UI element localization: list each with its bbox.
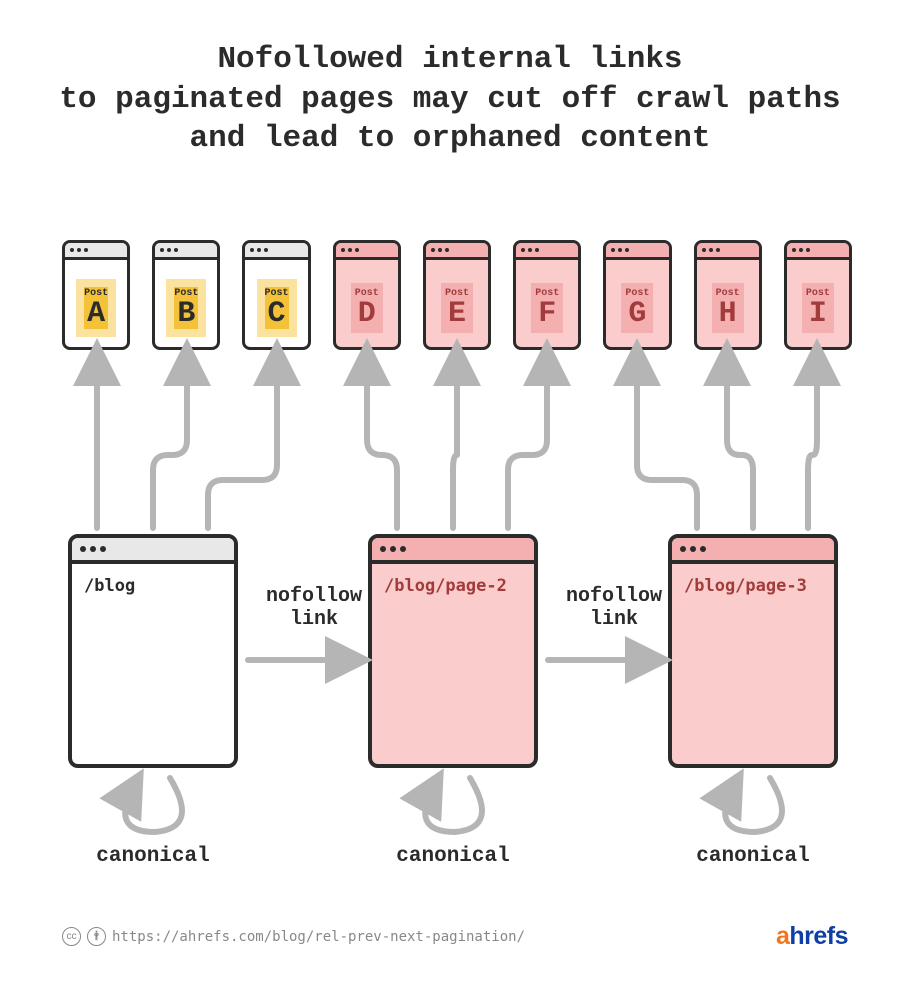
post-stamp: Post H [708, 279, 748, 337]
post-row: Post A Post B Post C Post D [62, 240, 852, 350]
post-letter: I [809, 299, 827, 329]
post-stamp: Post C [257, 279, 297, 337]
post-card-f: Post F [513, 240, 581, 350]
post-letter: G [628, 299, 646, 329]
license-badge: cc 🛉 https://ahrefs.com/blog/rel-prev-ne… [62, 927, 525, 946]
post-stamp: Post F [527, 279, 567, 337]
post-letter: E [448, 299, 466, 329]
window-header [65, 243, 127, 260]
window-header [426, 243, 488, 260]
window-header [606, 243, 668, 260]
post-card-e: Post E [423, 240, 491, 350]
post-card-a: Post A [62, 240, 130, 350]
window-header [516, 243, 578, 260]
canonical-label: canonical [668, 845, 838, 868]
post-card-i: Post I [784, 240, 852, 350]
post-stamp: Post G [617, 279, 657, 337]
arrow-page3-to-post-g [637, 356, 697, 528]
post-stamp: Post A [76, 279, 116, 337]
arrow-page1-to-post-c [208, 356, 277, 528]
page-window-page-2: /blog/page-2 [368, 534, 538, 768]
arrow-page3-to-post-h [727, 356, 753, 528]
window-header [245, 243, 307, 260]
post-card-h: Post H [694, 240, 762, 350]
arrow-canonical-1 [125, 778, 182, 832]
post-card-c: Post C [242, 240, 310, 350]
page-path: /blog/page-2 [372, 564, 534, 596]
post-stamp: Post I [798, 279, 838, 337]
post-letter: F [538, 299, 556, 329]
post-card-g: Post G [603, 240, 671, 350]
arrow-page3-to-post-i [808, 356, 817, 528]
post-stamp: Post E [437, 279, 477, 337]
post-letter: A [87, 299, 105, 329]
window-header [672, 538, 834, 564]
arrow-canonical-2 [425, 778, 482, 832]
nofollow-label: nofollowlink [254, 585, 374, 631]
window-header [155, 243, 217, 260]
post-letter: C [268, 299, 286, 329]
post-card-b: Post B [152, 240, 220, 350]
pages-row: /blog /blog/page-2 /blog/page-3 [68, 534, 858, 774]
source-url: https://ahrefs.com/blog/rel-prev-next-pa… [112, 929, 525, 945]
post-letter: B [177, 299, 195, 329]
arrow-page2-to-post-e [453, 356, 457, 528]
window-header [787, 243, 849, 260]
diagram-title: Nofollowed internal links to paginated p… [0, 40, 900, 159]
canonical-label: canonical [68, 845, 238, 868]
footer: cc 🛉 https://ahrefs.com/blog/rel-prev-ne… [62, 922, 848, 951]
nofollow-label: nofollowlink [554, 585, 674, 631]
page-path: /blog/page-3 [672, 564, 834, 596]
cc-icon: cc [62, 927, 81, 946]
window-header [72, 538, 234, 564]
window-header [336, 243, 398, 260]
arrow-page1-to-post-b [153, 356, 187, 528]
page-window-blog: /blog [68, 534, 238, 768]
window-header [372, 538, 534, 564]
arrow-canonical-3 [725, 778, 782, 832]
post-stamp: Post B [166, 279, 206, 337]
page-path: /blog [72, 564, 234, 596]
post-stamp: Post D [347, 279, 387, 337]
window-header [697, 243, 759, 260]
arrow-page2-to-post-f [508, 356, 547, 528]
arrow-page2-to-post-d [367, 356, 397, 528]
page-window-page-3: /blog/page-3 [668, 534, 838, 768]
by-icon: 🛉 [87, 927, 106, 946]
brand-logo: ahrefs [776, 922, 848, 951]
canonical-label: canonical [368, 845, 538, 868]
post-letter: H [719, 299, 737, 329]
post-card-d: Post D [333, 240, 401, 350]
post-letter: D [358, 299, 376, 329]
